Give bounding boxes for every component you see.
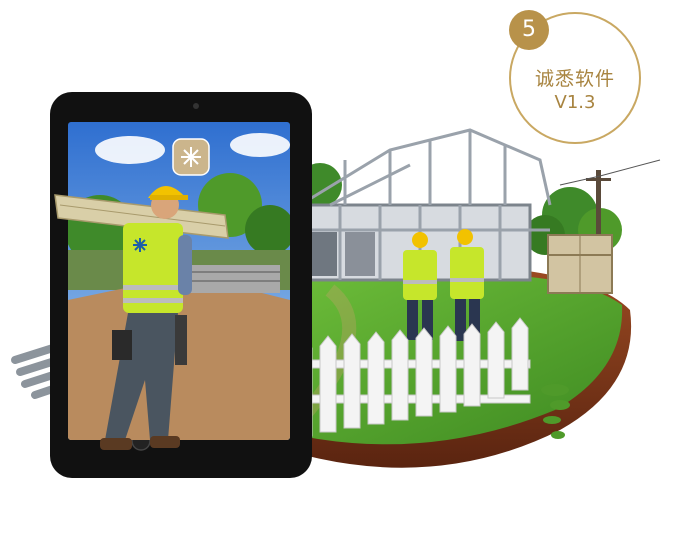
version-badge: 5 诚悉软件 V1.3 [505, 8, 645, 148]
house-window [345, 232, 375, 276]
vest-logo-icon [133, 238, 147, 252]
app-logo-icon-mark [181, 147, 201, 167]
badge-number: 5 [509, 10, 549, 50]
badge-version: V1.3 [554, 92, 596, 113]
badge-title: 诚悉软件 [534, 68, 615, 90]
material-crate [547, 234, 613, 294]
